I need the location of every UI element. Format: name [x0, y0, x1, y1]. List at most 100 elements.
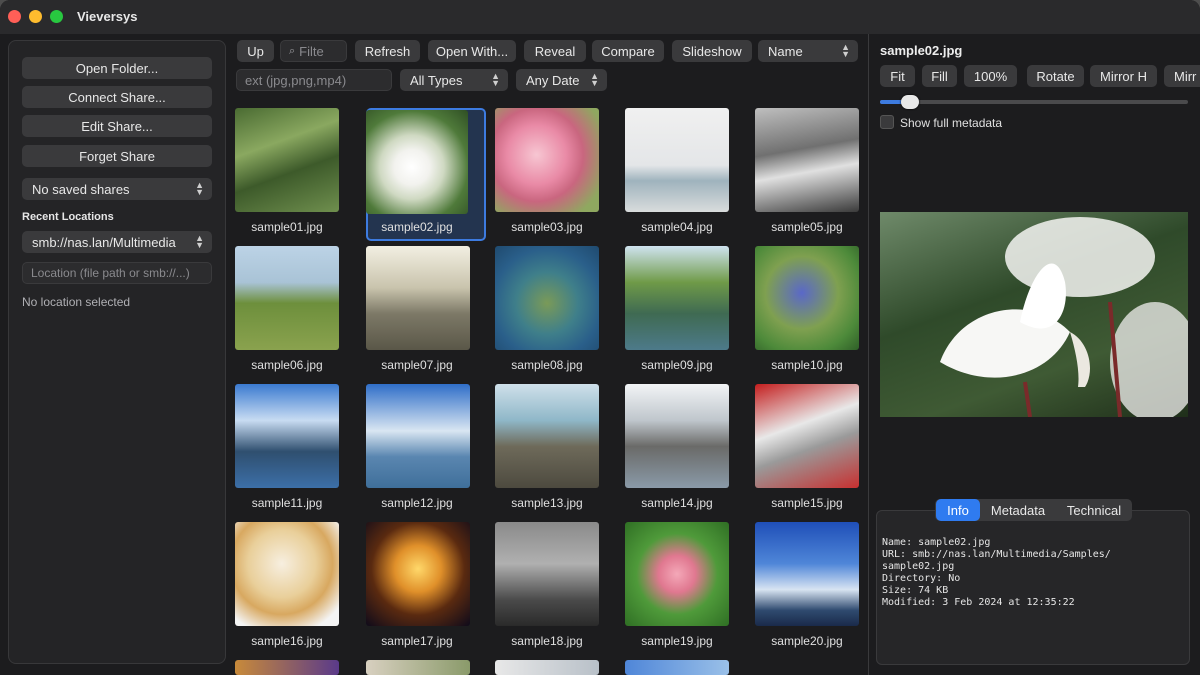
thumbnail-sample02[interactable] — [366, 110, 468, 214]
thumbnail-caption: sample15.jpg — [771, 496, 843, 510]
minimize-window-button[interactable] — [29, 10, 42, 23]
thumbnail-sample06[interactable] — [235, 246, 339, 350]
type-filter-select[interactable]: All Types ▲ ▼ — [400, 69, 508, 91]
preview-title: sample02.jpg — [880, 43, 963, 58]
zoom-slider-track — [880, 100, 1188, 104]
thumbnail-caption: sample11.jpg — [251, 496, 323, 510]
thumbnail-partial-1[interactable] — [235, 660, 339, 675]
info-url-continued: sample02.jpg — [882, 561, 955, 572]
thumbnail-sample10[interactable] — [755, 246, 859, 350]
open-folder-button[interactable]: Open Folder... — [22, 57, 212, 79]
recent-location-value: smb://nas.lan/Multimedia — [32, 234, 176, 250]
thumbnail-sample16[interactable] — [235, 522, 339, 626]
preview-image — [880, 212, 1188, 417]
thumbnail-caption: sample02.jpg — [381, 220, 453, 234]
zoom-slider[interactable] — [880, 95, 1188, 109]
info-name: Name: sample02.jpg — [882, 537, 991, 548]
extension-filter-input[interactable]: ext (jpg,png,mp4) — [236, 69, 392, 91]
thumbnail-caption: sample14.jpg — [641, 496, 713, 510]
thumbnail-caption: sample20.jpg — [771, 634, 843, 648]
thumbnail-caption: sample13.jpg — [511, 496, 583, 510]
refresh-button[interactable]: Refresh — [355, 40, 420, 62]
recent-locations-heading: Recent Locations — [22, 211, 114, 223]
thumbnail-caption: sample06.jpg — [251, 358, 323, 372]
thumbnail-caption: sample03.jpg — [511, 220, 583, 234]
thumbnail-caption: sample18.jpg — [511, 634, 583, 648]
thumbnail-sample20[interactable] — [755, 522, 859, 626]
thumbnail-caption: sample04.jpg — [641, 220, 713, 234]
reveal-button[interactable]: Reveal — [524, 40, 586, 62]
saved-shares-select[interactable]: No saved shares ▲ ▼ — [22, 178, 212, 200]
thumbnail-sample01[interactable] — [235, 108, 339, 212]
open-with-button[interactable]: Open With... — [428, 40, 516, 62]
fill-button[interactable]: Fill — [922, 65, 957, 87]
location-input[interactable]: Location (file path or smb://...) — [22, 262, 212, 284]
thumbnail-sample04[interactable] — [625, 108, 729, 212]
recent-locations-select[interactable]: smb://nas.lan/Multimedia ▲ ▼ — [22, 231, 212, 253]
thumbnail-sample03[interactable] — [495, 108, 599, 212]
edit-share-button[interactable]: Edit Share... — [22, 115, 212, 137]
thumbnail-sample17[interactable] — [366, 522, 470, 626]
sort-value: Name — [768, 43, 803, 59]
up-button[interactable]: Up — [237, 40, 274, 62]
sort-select[interactable]: Name ▲ ▼ — [758, 40, 858, 62]
rotate-button[interactable]: Rotate — [1027, 65, 1084, 87]
show-metadata-label: Show full metadata — [900, 116, 1003, 130]
thumbnail-caption: sample17.jpg — [381, 634, 453, 648]
thumbnail-caption: sample10.jpg — [771, 358, 843, 372]
chevron-updown-icon: ▲ ▼ — [195, 180, 204, 197]
thumbnail-sample13[interactable] — [495, 384, 599, 488]
thumbnail-partial-2[interactable] — [366, 660, 470, 675]
mirror-h-button[interactable]: Mirror H — [1090, 65, 1157, 87]
thumbnail-sample19[interactable] — [625, 522, 729, 626]
panel-divider[interactable] — [868, 34, 869, 675]
thumbnail-sample15[interactable] — [755, 384, 859, 488]
thumbnail-sample05[interactable] — [755, 108, 859, 212]
info-size: Size: 74 KB — [882, 585, 949, 596]
saved-shares-value: No saved shares — [32, 181, 130, 197]
thumbnail-caption: sample05.jpg — [771, 220, 843, 234]
info-directory: Directory: No — [882, 573, 961, 584]
preview-flower-graphic — [940, 217, 1188, 417]
thumbnail-sample14[interactable] — [625, 384, 729, 488]
zoom-slider-knob[interactable] — [901, 95, 919, 109]
thumbnail-caption: sample16.jpg — [251, 634, 323, 648]
chevron-updown-icon: ▲ ▼ — [195, 233, 204, 250]
info-details: Name: sample02.jpg URL: smb://nas.lan/Mu… — [882, 525, 1111, 609]
thumbnail-sample08[interactable] — [495, 246, 599, 350]
actual-size-button[interactable]: 100% — [964, 65, 1017, 87]
thumbnail-caption: sample07.jpg — [381, 358, 453, 372]
zoom-window-button[interactable] — [50, 10, 63, 23]
thumbnail-partial-3[interactable] — [495, 660, 599, 675]
compare-button[interactable]: Compare — [592, 40, 664, 62]
tab-info[interactable]: Info — [936, 499, 980, 521]
thumbnail-sample18[interactable] — [495, 522, 599, 626]
connect-share-button[interactable]: Connect Share... — [22, 86, 212, 108]
slideshow-button[interactable]: Slideshow — [672, 40, 752, 62]
chevron-updown-icon: ▲ ▼ — [491, 71, 500, 88]
tab-metadata[interactable]: Metadata — [982, 499, 1054, 521]
thumbnail-sample07[interactable] — [366, 246, 470, 350]
thumbnail-caption: sample09.jpg — [641, 358, 713, 372]
app-title: Vieversys — [77, 9, 138, 24]
thumbnail-caption: sample01.jpg — [251, 220, 323, 234]
app-window: Vieversys Open Folder... Connect Share..… — [0, 0, 1200, 675]
thumbnail-sample12[interactable] — [366, 384, 470, 488]
thumbnail-partial-4[interactable] — [625, 660, 729, 675]
close-window-button[interactable] — [8, 10, 21, 23]
info-url: URL: smb://nas.lan/Multimedia/Samples/ — [882, 549, 1111, 560]
tab-technical[interactable]: Technical — [1058, 499, 1130, 521]
thumbnail-caption: sample19.jpg — [641, 634, 713, 648]
thumbnail-sample11[interactable] — [235, 384, 339, 488]
thumbnail-caption: sample12.jpg — [381, 496, 453, 510]
chevron-updown-icon: ▲ ▼ — [841, 42, 850, 59]
filter-input[interactable]: ⌕ Filte — [280, 40, 347, 62]
date-filter-select[interactable]: Any Date ▲ ▼ — [516, 69, 607, 91]
thumbnail-sample09[interactable] — [625, 246, 729, 350]
forget-share-button[interactable]: Forget Share — [22, 145, 212, 167]
fit-button[interactable]: Fit — [880, 65, 915, 87]
show-metadata-checkbox[interactable] — [880, 115, 894, 129]
date-filter-value: Any Date — [526, 72, 580, 88]
mirror-v-button[interactable]: Mirr — [1164, 65, 1200, 87]
type-filter-value: All Types — [410, 72, 463, 88]
